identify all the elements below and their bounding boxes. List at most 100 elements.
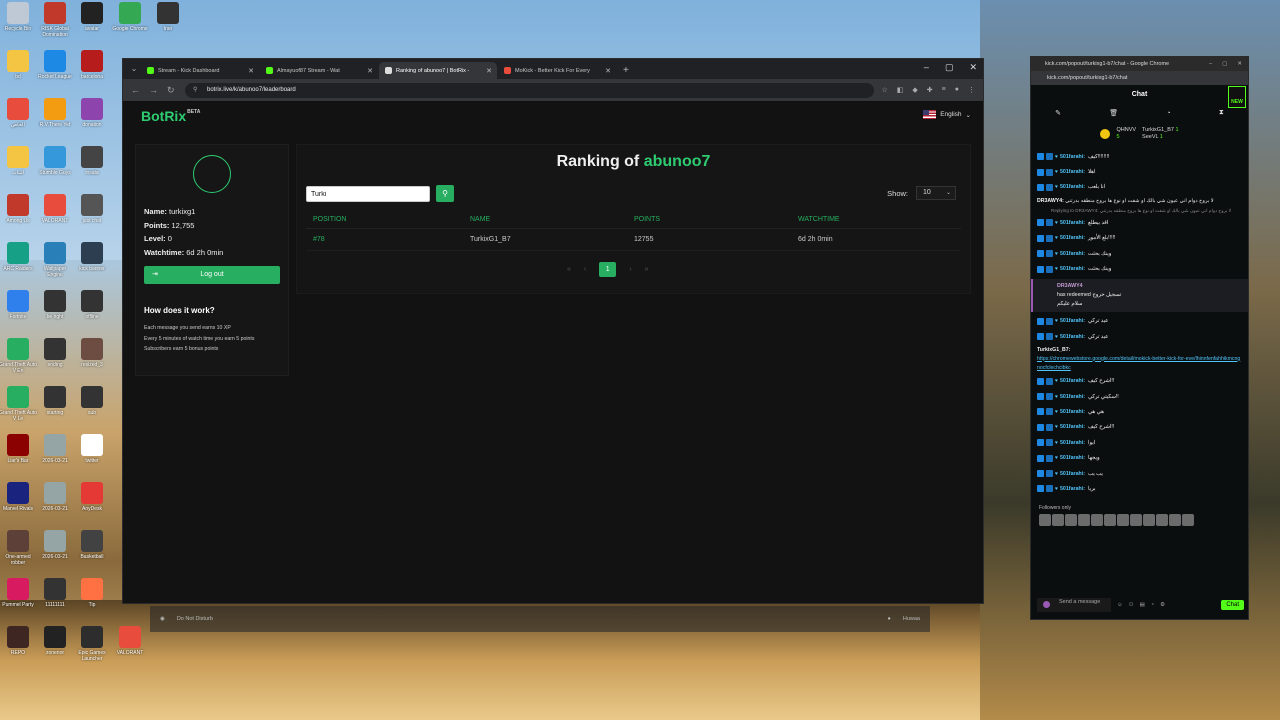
settings-icon[interactable]: ⚙	[1160, 602, 1165, 608]
column-points[interactable]: POINTS	[634, 216, 798, 223]
extension-icon[interactable]: ◆	[912, 86, 917, 94]
browser-tab[interactable]: Almayuof87 Stream - Wat ✕	[260, 62, 378, 79]
desktop-icon[interactable]: Wallpaper Engine	[36, 242, 74, 278]
desktop-icon[interactable]: Grand Theft Auto V En	[0, 338, 37, 374]
extension-icon[interactable]: ◧	[897, 86, 904, 94]
desktop-icon[interactable]: Rocket League	[36, 50, 74, 80]
desktop-icon[interactable]: avatar	[73, 2, 111, 32]
desktop-icon[interactable]: twitter	[73, 434, 111, 464]
botrix-logo[interactable]: BotRixBETA	[141, 108, 200, 124]
maximize-icon[interactable]: ▢	[945, 62, 954, 73]
avatar[interactable]	[1039, 513, 1051, 526]
avatar[interactable]	[1130, 513, 1142, 526]
desktop-icon[interactable]: just chat	[73, 194, 111, 224]
desktop-icon[interactable]: insata	[73, 146, 111, 176]
minimize-icon[interactable]: –	[924, 62, 929, 73]
desktop-icon[interactable]: sub	[73, 386, 111, 416]
avatar[interactable]	[1169, 513, 1181, 526]
message-user[interactable]: 501farahi:	[1060, 250, 1085, 258]
chat-url-bar[interactable]: kick.com/popout/turkixg1-b7/chat	[1031, 71, 1248, 85]
users-icon[interactable]: ⚇	[1129, 602, 1134, 608]
message-user[interactable]: 501farahi:	[1060, 234, 1085, 242]
desktop-icon[interactable]: One-armed robber	[0, 530, 37, 566]
tab-close-icon[interactable]: ✕	[248, 67, 254, 75]
avatar[interactable]	[1078, 513, 1090, 526]
message-user[interactable]: 501farahi:	[1060, 470, 1085, 478]
message-user[interactable]: 501farahi:	[1060, 265, 1085, 273]
desktop-icon[interactable]: Epic Games Launcher	[73, 626, 111, 662]
chat-bubble-icon[interactable]: ◔	[1166, 110, 1170, 117]
avatar[interactable]	[1156, 513, 1168, 526]
desktop-icon[interactable]: 11111111	[36, 578, 74, 608]
desktop-icon[interactable]: 2026-03-21	[36, 530, 74, 560]
desktop-icon[interactable]: offline	[73, 290, 111, 320]
url-field[interactable]: ⚲ botrix.live/k/abunoo7/leaderboard	[185, 82, 874, 98]
tab-close-icon[interactable]: ✕	[486, 67, 492, 75]
browser-tab[interactable]: Ranking of abunoo7 | BotRix - ✕	[379, 62, 497, 79]
desktop-icon[interactable]: zonenor	[36, 626, 74, 656]
column-position[interactable]: POSITION	[306, 216, 470, 223]
desktop-icon[interactable]: Grand Theft Auto V Le	[0, 386, 37, 422]
new-tab-icon[interactable]: +	[617, 62, 635, 79]
tab-close-icon[interactable]: ✕	[367, 67, 373, 75]
message-user[interactable]: 501farahi:	[1060, 168, 1085, 176]
desktop-icon[interactable]: kick banner	[73, 242, 111, 272]
avatar[interactable]	[1091, 513, 1103, 526]
maximize-icon[interactable]: ▢	[1222, 57, 1227, 71]
desktop-icon[interactable]: Liar's Bar	[0, 434, 37, 464]
message-user[interactable]: 501farahi:	[1060, 454, 1085, 462]
avatar[interactable]	[1117, 513, 1129, 526]
new-badge[interactable]: NEW	[1228, 86, 1246, 108]
desktop-icon[interactable]: starting	[36, 386, 74, 416]
column-watchtime[interactable]: WATCHTIME	[798, 216, 961, 223]
desktop-icon[interactable]: Tip	[73, 578, 111, 608]
bookmark-icon[interactable]: ☆	[882, 86, 888, 94]
message-user[interactable]: 501farahi:	[1060, 393, 1085, 401]
avatar[interactable]	[1065, 513, 1077, 526]
current-page-button[interactable]: 1	[599, 262, 617, 277]
avatar[interactable]	[1143, 513, 1155, 526]
desktop-icon[interactable]: AnyDesk	[73, 482, 111, 512]
search-button[interactable]: ⚲	[436, 185, 454, 202]
page-size-select[interactable]: 10 ⌄	[916, 186, 956, 200]
message-user[interactable]: TurkixG1_B7:	[1037, 346, 1242, 355]
tab-search-icon[interactable]: ⌄	[127, 59, 141, 79]
send-button[interactable]: Chat	[1221, 600, 1244, 610]
language-selector[interactable]: English ⌄	[923, 110, 971, 119]
desktop-icon[interactable]: REPO	[0, 626, 37, 656]
more-icon[interactable]: ⋮	[968, 86, 975, 94]
desktop-icon[interactable]: Pummel Party	[0, 578, 37, 608]
avatar[interactable]	[1104, 513, 1116, 526]
message-user[interactable]: 501farahi:	[1060, 485, 1085, 493]
message-user[interactable]: 501farahi:	[1060, 153, 1085, 161]
message-user[interactable]: 501farahi:	[1060, 439, 1085, 447]
next-page-icon[interactable]: ›	[629, 266, 631, 273]
message-user[interactable]: 501farahi:	[1060, 377, 1085, 385]
desktop-icon[interactable]: Marvel Rivals	[0, 482, 37, 512]
desktop-icon[interactable]: ARC Raiders	[0, 242, 37, 272]
desktop-icon[interactable]: VALORANT	[36, 194, 74, 224]
avatar[interactable]	[1052, 513, 1064, 526]
trash-icon[interactable]: 🗑	[1109, 109, 1118, 117]
desktop-icon[interactable]: donation	[73, 98, 111, 128]
desktop-icon[interactable]: be right	[36, 290, 74, 320]
desktop-icon[interactable]: Stumble Guys	[36, 146, 74, 176]
message-user[interactable]: 501farahi:	[1060, 317, 1085, 325]
hourglass-icon[interactable]: ⧗	[1219, 109, 1224, 117]
close-icon[interactable]: ✕	[1237, 57, 1242, 71]
desktop-icon[interactable]: tran	[149, 2, 187, 32]
redeem-user[interactable]: DR3AWY4	[1057, 282, 1248, 291]
desktop-icon[interactable]: Among Us	[0, 194, 37, 224]
desktop-icon[interactable]: Fortnite	[0, 290, 37, 320]
message-user[interactable]: 501farahi:	[1060, 183, 1085, 191]
message-user[interactable]: DR3AWY4:	[1037, 198, 1064, 204]
close-icon[interactable]: ✕	[969, 62, 977, 73]
forward-icon[interactable]: →	[149, 85, 159, 95]
minimize-icon[interactable]: –	[1209, 57, 1212, 71]
desktop-icon[interactable]: RISK Global Domination	[36, 2, 74, 38]
message-user[interactable]: 501farahi:	[1060, 219, 1085, 227]
back-icon[interactable]: ←	[131, 85, 141, 95]
site-info-icon[interactable]: ⚲	[193, 83, 197, 98]
first-page-icon[interactable]: «	[567, 266, 571, 273]
emoji-icon[interactable]: ☺	[1117, 602, 1123, 608]
